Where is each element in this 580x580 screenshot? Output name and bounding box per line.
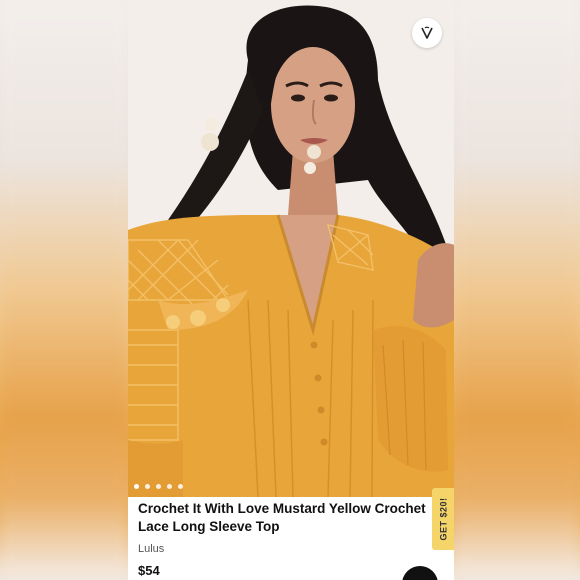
promo-label: GET $20! [438, 497, 449, 541]
product-photo[interactable] [128, 0, 454, 497]
favorite-button[interactable] [412, 18, 442, 48]
promo-tab[interactable]: GET $20! [432, 488, 454, 550]
background-blur-right [454, 0, 580, 580]
carousel-dot[interactable] [134, 484, 139, 489]
listing-info: Crochet It With Love Mustard Yellow Croc… [138, 500, 428, 555]
carousel-dot[interactable] [167, 484, 172, 489]
listing-title[interactable]: Crochet It With Love Mustard Yellow Croc… [138, 500, 428, 536]
brand-label[interactable]: Lulus [138, 543, 428, 555]
carousel-dot[interactable] [156, 484, 161, 489]
price-label: $54 [138, 563, 160, 578]
heart-icon [419, 25, 435, 41]
background-blur-left [0, 0, 128, 580]
carousel-indicator [134, 484, 183, 489]
listing-card[interactable]: Crochet It With Love Mustard Yellow Croc… [128, 0, 454, 580]
carousel-dot[interactable] [145, 484, 150, 489]
floating-action-button[interactable] [402, 566, 438, 580]
model-photo-illustration [128, 0, 454, 497]
carousel-dot[interactable] [178, 484, 183, 489]
